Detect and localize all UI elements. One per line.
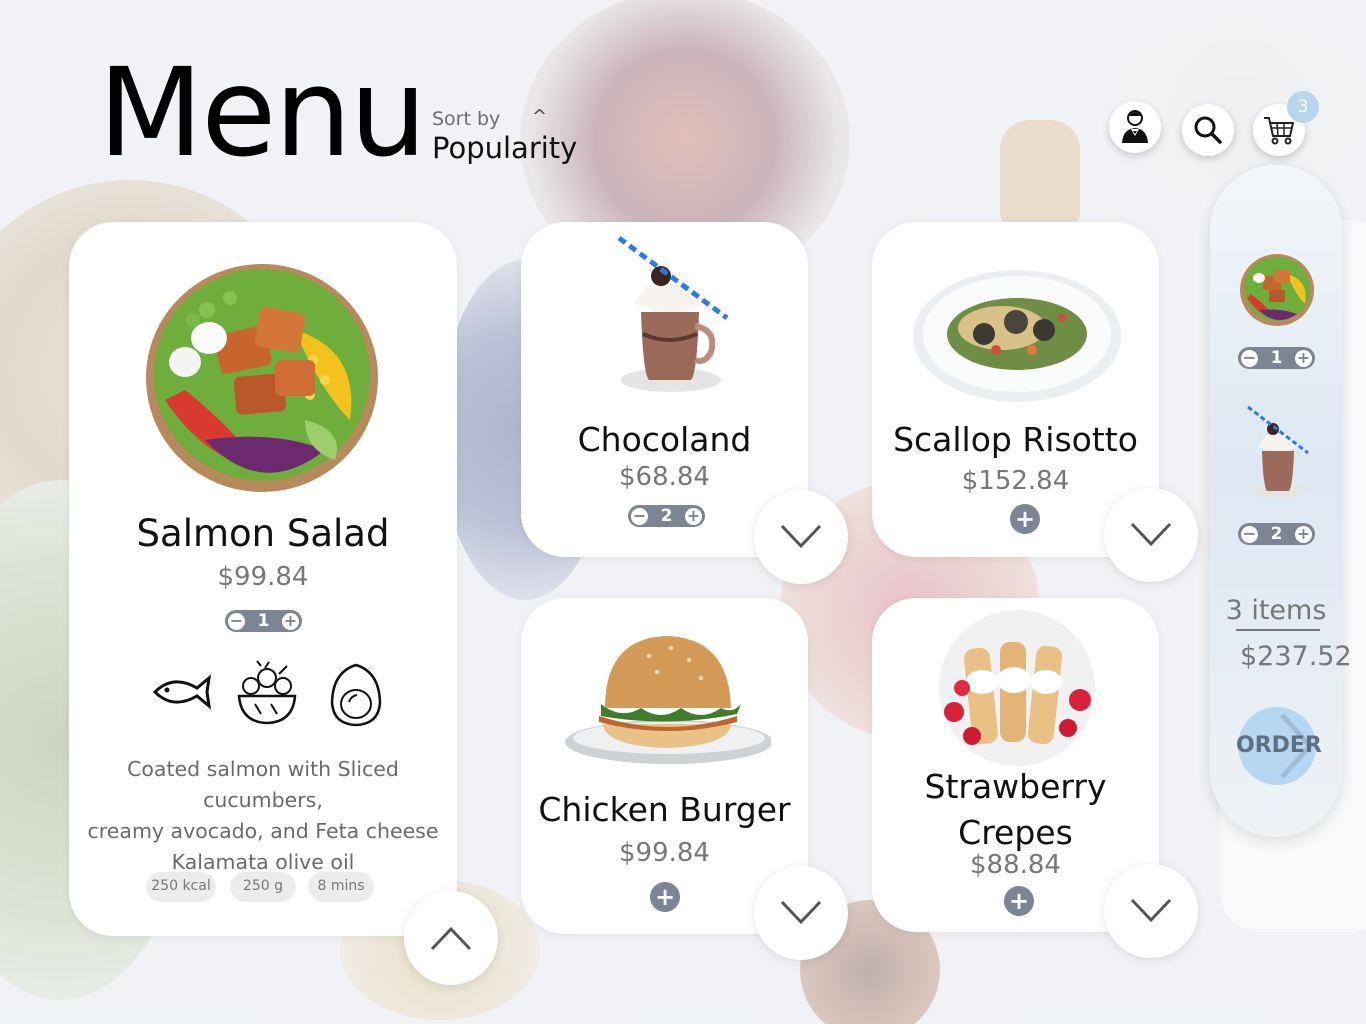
quantity-stepper[interactable]: − 1 + [225,610,302,632]
vegetable-bowl-icon [237,660,297,725]
decrement-button[interactable]: − [1241,349,1258,367]
page-title: Menu [98,42,427,184]
divider [1236,629,1320,631]
decrement-button[interactable]: − [631,507,648,525]
sort-control[interactable]: Sort by Popularity ^ [432,106,577,165]
milkshake-image [617,235,729,392]
item-description: Coated salmon with Sliced cucumbers, cre… [87,757,439,874]
quantity-stepper[interactable]: − 2 + [628,505,705,527]
cart-count-badge: 3 [1287,91,1319,123]
increment-button[interactable]: + [282,612,299,630]
increment-button[interactable]: + [685,507,702,525]
fish-icon [152,674,212,710]
item-name: Strawberry Crepes [924,767,1107,852]
quantity-value: 1 [257,611,270,631]
time-chip: 8 mins [309,872,373,900]
order-summary-panel: − 1 + − 2 + 3 items $237.52 ORDER [1210,165,1352,837]
order-total: $237.52 [1240,641,1352,672]
egg-icon [330,663,382,727]
expand-button[interactable] [754,490,848,584]
item-name: Chicken Burger [538,790,791,829]
expand-button[interactable] [754,866,848,960]
add-to-cart-button[interactable]: + [1010,504,1040,534]
item-price: $68.84 [619,462,710,492]
risotto-plate-image [913,270,1121,402]
milkshake-thumbnail [1247,405,1309,498]
chevron-down-icon [1130,898,1172,923]
chevron-down-icon [1130,522,1172,547]
items-count: 3 items [1225,595,1327,626]
quantity-stepper[interactable]: − 1 + [1238,347,1315,369]
add-to-cart-button[interactable]: + [650,882,680,912]
chevron-down-icon [780,524,822,549]
add-to-cart-button[interactable]: + [1004,886,1034,916]
expand-button[interactable] [1104,488,1198,582]
item-name: Chocoland [577,420,752,459]
item-price: $88.84 [970,850,1061,880]
increment-button[interactable]: + [1295,349,1312,367]
salmon-salad-image [146,264,378,492]
item-name: Scallop Risotto [893,420,1138,459]
increment-button[interactable]: + [1295,525,1312,543]
quantity-value: 2 [660,506,673,526]
search-button[interactable] [1182,104,1234,156]
chevron-up-icon [430,926,472,951]
order-button[interactable]: ORDER [1236,707,1322,785]
quantity-value: 2 [1270,524,1283,544]
expand-button[interactable] [1104,864,1198,958]
burger-image [565,636,771,764]
caret-up-icon[interactable]: ^ [532,106,547,127]
chevron-down-icon [780,900,822,925]
salad-bowl-thumbnail [1240,254,1314,326]
quantity-stepper[interactable]: − 2 + [1238,523,1315,545]
decrement-button[interactable]: − [228,612,245,630]
collapse-button[interactable] [404,891,498,985]
crepes-image [939,610,1095,766]
item-price: $99.84 [619,838,710,868]
decrement-button[interactable]: − [1241,525,1258,543]
cart-icon [1264,117,1294,145]
waiter-icon [1122,110,1148,143]
sort-label: Sort by [432,108,501,130]
item-price: $152.84 [961,466,1070,496]
sort-value[interactable]: Popularity [432,131,577,165]
profile-button[interactable] [1109,101,1161,153]
item-name: Salmon Salad [136,512,390,555]
featured-item-card[interactable]: Salmon Salad $99.84 − 1 + Coated salmon … [69,222,457,936]
search-icon [1194,116,1222,144]
quantity-value: 1 [1270,348,1283,368]
calories-chip: 250 kcal [147,872,215,900]
weight-chip: 250 g [231,872,295,900]
order-label: ORDER [1236,733,1322,758]
item-price: $99.84 [217,562,309,592]
